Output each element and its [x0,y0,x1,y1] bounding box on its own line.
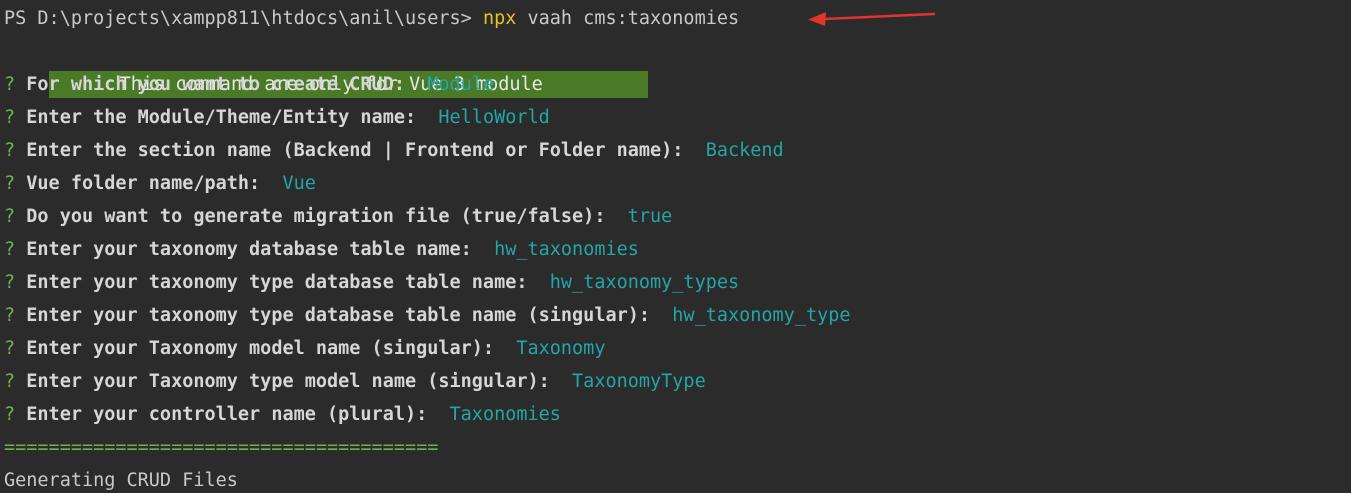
red-arrow-icon [808,12,936,26]
status-line: Generating CRUD Files [4,470,238,491]
command-prompt-line: PS D:\projects\xampp811\htdocs\anil\user… [0,2,1351,35]
question-line: ? Enter the section name (Backend | Fron… [0,134,1351,167]
question-text: Vue folder name/path: [26,173,261,194]
question-mark-icon: ? [4,239,16,260]
question-text: Do you want to generate migration file (… [26,206,606,227]
question-line: ? Do you want to generate migration file… [0,200,1351,233]
answer-text: Module [427,74,495,95]
answer-text: hw_taxonomies [494,239,639,260]
question-mark-icon: ? [4,206,16,227]
question-text: Enter your taxonomy type database table … [26,272,528,293]
answer-text: HelloWorld [438,107,550,128]
question-mark-icon: ? [4,74,16,95]
answer-text: hw_taxonomy_type [672,305,851,326]
terminal-window[interactable]: PS D:\projects\xampp811\htdocs\anil\user… [0,0,1351,493]
answer-text: Backend [705,140,784,161]
question-mark-icon: ? [4,338,16,359]
answer-text: TaxonomyType [572,371,706,392]
question-text: Enter your Taxonomy type model name (sin… [26,371,550,392]
question-line: ? Enter your Taxonomy model name (singul… [0,332,1351,365]
question-text: Enter your taxonomy database table name: [26,239,472,260]
question-list: ? For which you want to create CRUD: Mod… [0,68,1351,431]
question-mark-icon: ? [4,140,16,161]
answer-text: Taxonomies [449,404,561,425]
prompt-path: PS D:\projects\xampp811\htdocs\anil\user… [4,8,483,29]
question-line: ? Enter your Taxonomy type model name (s… [0,365,1351,398]
question-text: Enter your controller name (plural): [26,404,428,425]
question-text: Enter your Taxonomy model name (singular… [26,338,495,359]
separator-line: ======================================= [4,437,439,458]
question-line: ? Enter your controller name (plural): T… [0,398,1351,431]
question-mark-icon: ? [4,305,16,326]
question-text: For which you want to create CRUD: [26,74,405,95]
question-line: ? For which you want to create CRUD: Mod… [0,68,1351,101]
answer-text: true [627,206,673,227]
question-mark-icon: ? [4,404,16,425]
question-mark-icon: ? [4,272,16,293]
question-mark-icon: ? [4,107,16,128]
question-text: Enter the Module/Theme/Entity name: [26,107,417,128]
answer-text: hw_taxonomy_types [549,272,740,293]
question-line: ? Enter the Module/Theme/Entity name: He… [0,101,1351,134]
question-text: Enter your taxonomy type database table … [26,305,651,326]
question-mark-icon: ? [4,173,16,194]
answer-text: Vue [282,173,316,194]
question-mark-icon: ? [4,371,16,392]
answer-text: Taxonomy [516,338,606,359]
question-line: ? Enter your taxonomy type database tabl… [0,266,1351,299]
banner-line: This command are only for Vue 3 module [0,35,1351,98]
question-text: Enter the section name (Backend | Fronte… [26,140,684,161]
command-args: vaah cms:taxonomies [516,8,740,29]
command-npx: npx [482,8,517,29]
question-line: ? Vue folder name/path: Vue [0,167,1351,200]
question-line: ? Enter your taxonomy database table nam… [0,233,1351,266]
question-line: ? Enter your taxonomy type database tabl… [0,299,1351,332]
